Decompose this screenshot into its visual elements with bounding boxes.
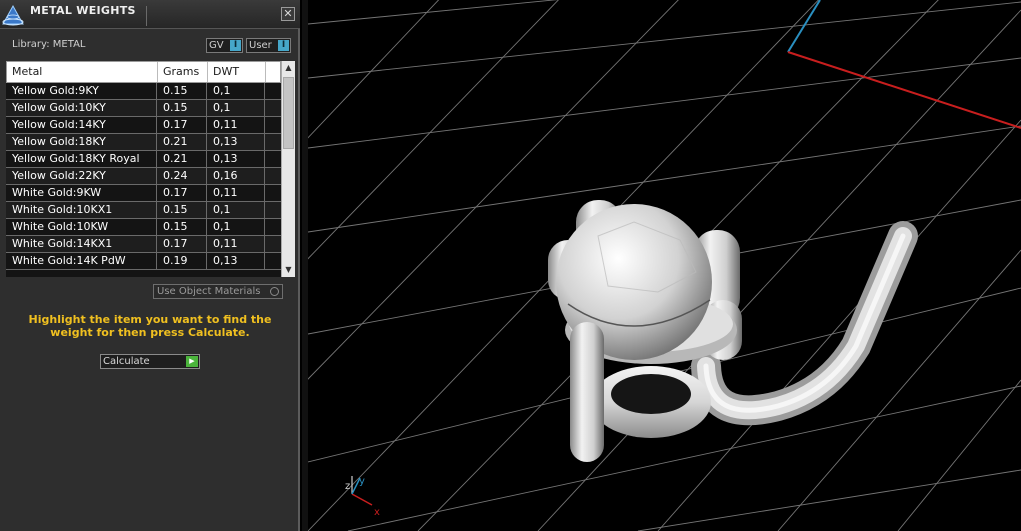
cell-metal: Yellow Gold:18KY bbox=[6, 134, 157, 150]
cell-metal: Yellow Gold:9KY bbox=[6, 83, 157, 99]
cell-metal: White Gold:9KW bbox=[6, 185, 157, 201]
table-row[interactable]: White Gold:14K PdW 0.19 0,13 bbox=[6, 253, 281, 270]
gv-toggle-label: GV bbox=[209, 40, 224, 51]
3d-viewport[interactable]: z y x bbox=[308, 0, 1021, 531]
radio-icon bbox=[270, 287, 279, 296]
cell-grams: 0.17 bbox=[157, 185, 207, 201]
gizmo-z-label: z bbox=[345, 481, 350, 492]
table-row[interactable]: Yellow Gold:18KY Royal 0.21 0,13 bbox=[6, 151, 281, 168]
cell-dwt: 0,1 bbox=[207, 219, 265, 235]
instruction-text: Highlight the item you want to find the … bbox=[28, 313, 272, 339]
cell-dwt: 0,13 bbox=[207, 253, 265, 269]
x-axis-line bbox=[787, 51, 1021, 129]
panel-title: METAL WEIGHTS bbox=[30, 4, 136, 17]
close-button[interactable]: ✕ bbox=[281, 7, 295, 21]
cell-grams: 0.15 bbox=[157, 83, 207, 99]
metal-table: Metal Grams DWT Yellow Gold:9KY 0.15 0,1 Ye… bbox=[6, 61, 295, 277]
cell-grams: 0.15 bbox=[157, 100, 207, 116]
cell-grams: 0.17 bbox=[157, 117, 207, 133]
panel-titlebar[interactable]: METAL WEIGHTS ✕ bbox=[0, 0, 300, 29]
app-logo-icon bbox=[2, 4, 24, 26]
cell-metal: White Gold:10KX1 bbox=[6, 202, 157, 218]
cell-dwt: 0,16 bbox=[207, 168, 265, 184]
cell-dwt: 0,13 bbox=[207, 134, 265, 150]
cell-metal: Yellow Gold:18KY Royal bbox=[6, 151, 157, 167]
cell-metal: Yellow Gold:10KY bbox=[6, 100, 157, 116]
scroll-down-icon[interactable]: ▼ bbox=[282, 263, 295, 277]
cell-grams: 0.24 bbox=[157, 168, 207, 184]
use-object-materials-label: Use Object Materials bbox=[157, 286, 261, 297]
metal-weights-panel: METAL WEIGHTS ✕ Library: METAL GV I User… bbox=[0, 0, 300, 531]
table-row[interactable]: Yellow Gold:9KY 0.15 0,1 bbox=[6, 83, 281, 100]
toggle-knob-icon: I bbox=[230, 40, 241, 51]
cell-metal: White Gold:14KX1 bbox=[6, 236, 157, 252]
cell-dwt: 0,1 bbox=[207, 202, 265, 218]
table-row[interactable]: White Gold:14KX1 0.17 0,11 bbox=[6, 236, 281, 253]
table-row[interactable]: Yellow Gold:10KY 0.15 0,1 bbox=[6, 100, 281, 117]
table-row[interactable]: Yellow Gold:18KY 0.21 0,13 bbox=[6, 134, 281, 151]
table-row-clipped[interactable] bbox=[6, 270, 281, 277]
cell-dwt: 0,11 bbox=[207, 117, 265, 133]
library-label: Library: METAL bbox=[12, 39, 86, 50]
cell-grams: 0.21 bbox=[157, 151, 207, 167]
cell-grams: 0.19 bbox=[157, 253, 207, 269]
title-divider bbox=[146, 6, 147, 26]
toggle-knob-icon: I bbox=[278, 40, 289, 51]
calculate-label: Calculate bbox=[103, 356, 150, 367]
viewport-canvas[interactable]: z y x bbox=[308, 0, 1021, 531]
cell-metal: Yellow Gold:14KY bbox=[6, 117, 157, 133]
cell-metal: White Gold:14K PdW bbox=[6, 253, 157, 269]
use-object-materials-toggle[interactable]: Use Object Materials bbox=[153, 284, 283, 299]
column-header-dwt[interactable]: DWT bbox=[208, 62, 266, 82]
scroll-thumb[interactable] bbox=[283, 77, 294, 149]
table-row[interactable]: White Gold:10KX1 0.15 0,1 bbox=[6, 202, 281, 219]
table-row[interactable]: Yellow Gold:14KY 0.17 0,11 bbox=[6, 117, 281, 134]
table-row[interactable]: Yellow Gold:22KY 0.24 0,16 bbox=[6, 168, 281, 185]
user-toggle-label: User bbox=[249, 40, 272, 51]
cell-metal: White Gold:10KW bbox=[6, 219, 157, 235]
cell-grams: 0.15 bbox=[157, 202, 207, 218]
column-header-grams[interactable]: Grams bbox=[158, 62, 208, 82]
table-row[interactable]: White Gold:10KW 0.15 0,1 bbox=[6, 219, 281, 236]
cell-metal: Yellow Gold:22KY bbox=[6, 168, 157, 184]
axis-gizmo: z y x bbox=[345, 476, 380, 518]
table-row[interactable]: White Gold:9KW 0.17 0,11 bbox=[6, 185, 281, 202]
table-header: Metal Grams DWT bbox=[6, 61, 281, 83]
cell-grams: 0.17 bbox=[157, 236, 207, 252]
cell-grams: 0.15 bbox=[157, 219, 207, 235]
calculate-button[interactable]: Calculate ▶ bbox=[100, 354, 200, 369]
cell-dwt: 0,1 bbox=[207, 83, 265, 99]
gizmo-y-label: y bbox=[359, 476, 365, 487]
column-header-metal[interactable]: Metal bbox=[7, 62, 158, 82]
cell-dwt: 0,11 bbox=[207, 236, 265, 252]
gizmo-x-label: x bbox=[374, 507, 380, 518]
cell-grams: 0.21 bbox=[157, 134, 207, 150]
play-icon: ▶ bbox=[186, 356, 198, 367]
scroll-up-icon[interactable]: ▲ bbox=[282, 61, 295, 75]
gv-toggle[interactable]: GV I bbox=[206, 38, 243, 53]
cell-dwt: 0,13 bbox=[207, 151, 265, 167]
cell-dwt: 0,1 bbox=[207, 100, 265, 116]
user-toggle[interactable]: User I bbox=[246, 38, 291, 53]
table-scrollbar[interactable]: ▲ ▼ bbox=[281, 61, 295, 277]
cell-dwt: 0,11 bbox=[207, 185, 265, 201]
